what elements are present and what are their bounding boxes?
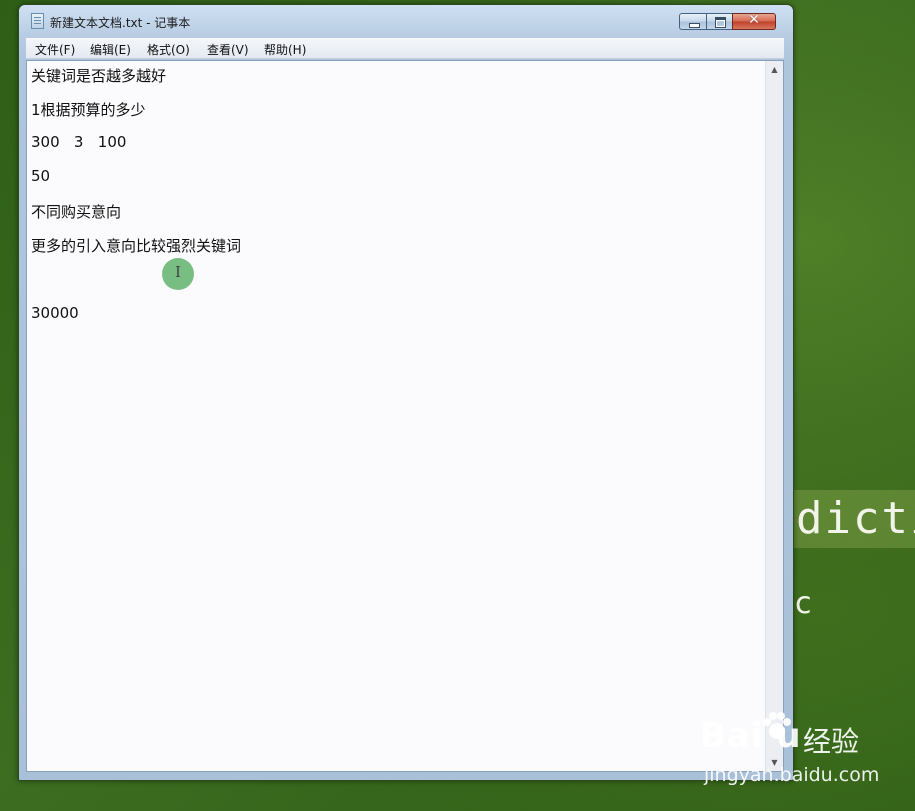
background-glyph: c	[795, 586, 812, 621]
maximize-button[interactable]	[706, 13, 733, 30]
notepad-icon[interactable]	[31, 13, 44, 29]
vertical-scrollbar[interactable]: ▲ ▼	[765, 61, 783, 771]
menu-edit[interactable]: 编辑(E)	[90, 41, 131, 58]
notepad-window: 新建文本文档.txt - 记事本 ✕ 文件(F) 编辑(E) 格式(O) 查看(…	[18, 4, 794, 781]
document-text[interactable]: 关键词是否越多越好 1根据预算的多少 300 3 100 50 不同购买意向 更…	[31, 61, 761, 769]
text-line: 不同购买意向	[31, 203, 122, 221]
window-title: 新建文本文档.txt - 记事本	[50, 16, 191, 30]
baidu-jingyan-watermark: Bai u 经验 jingyan.baidu.com	[700, 712, 910, 796]
text-line: 300 3 100	[31, 133, 127, 151]
minimize-button[interactable]	[679, 13, 707, 30]
scroll-up-arrow-icon[interactable]: ▲	[766, 61, 783, 78]
text-line: 50	[31, 167, 51, 185]
menu-bar: 文件(F) 编辑(E) 格式(O) 查看(V) 帮助(H)	[26, 38, 784, 59]
close-icon: ✕	[748, 12, 760, 28]
watermark-cn: 经验	[803, 725, 860, 758]
minimize-icon	[689, 23, 700, 28]
close-button[interactable]: ✕	[732, 12, 776, 30]
title-bar[interactable]: 新建文本文档.txt - 记事本 ✕	[19, 5, 793, 35]
menu-file[interactable]: 文件(F)	[35, 41, 75, 58]
menu-view[interactable]: 查看(V)	[207, 41, 249, 58]
menu-format[interactable]: 格式(O)	[147, 41, 190, 58]
maximize-icon	[715, 17, 726, 28]
text-editor[interactable]: 关键词是否越多越好 1根据预算的多少 300 3 100 50 不同购买意向 更…	[26, 60, 784, 772]
background-text: dicti	[794, 490, 915, 548]
text-line: 30000	[31, 304, 79, 322]
watermark-url: jingyan.baidu.com	[704, 764, 880, 786]
text-cursor-icon: I	[175, 263, 181, 281]
menu-help[interactable]: 帮助(H)	[264, 41, 306, 58]
text-line: 1根据预算的多少	[31, 101, 146, 119]
paw-icon	[763, 712, 791, 739]
text-line: 更多的引入意向比较强烈关键词	[31, 237, 242, 255]
text-line: 关键词是否越多越好	[31, 67, 167, 85]
mouse-cursor-highlight: I	[162, 258, 194, 290]
